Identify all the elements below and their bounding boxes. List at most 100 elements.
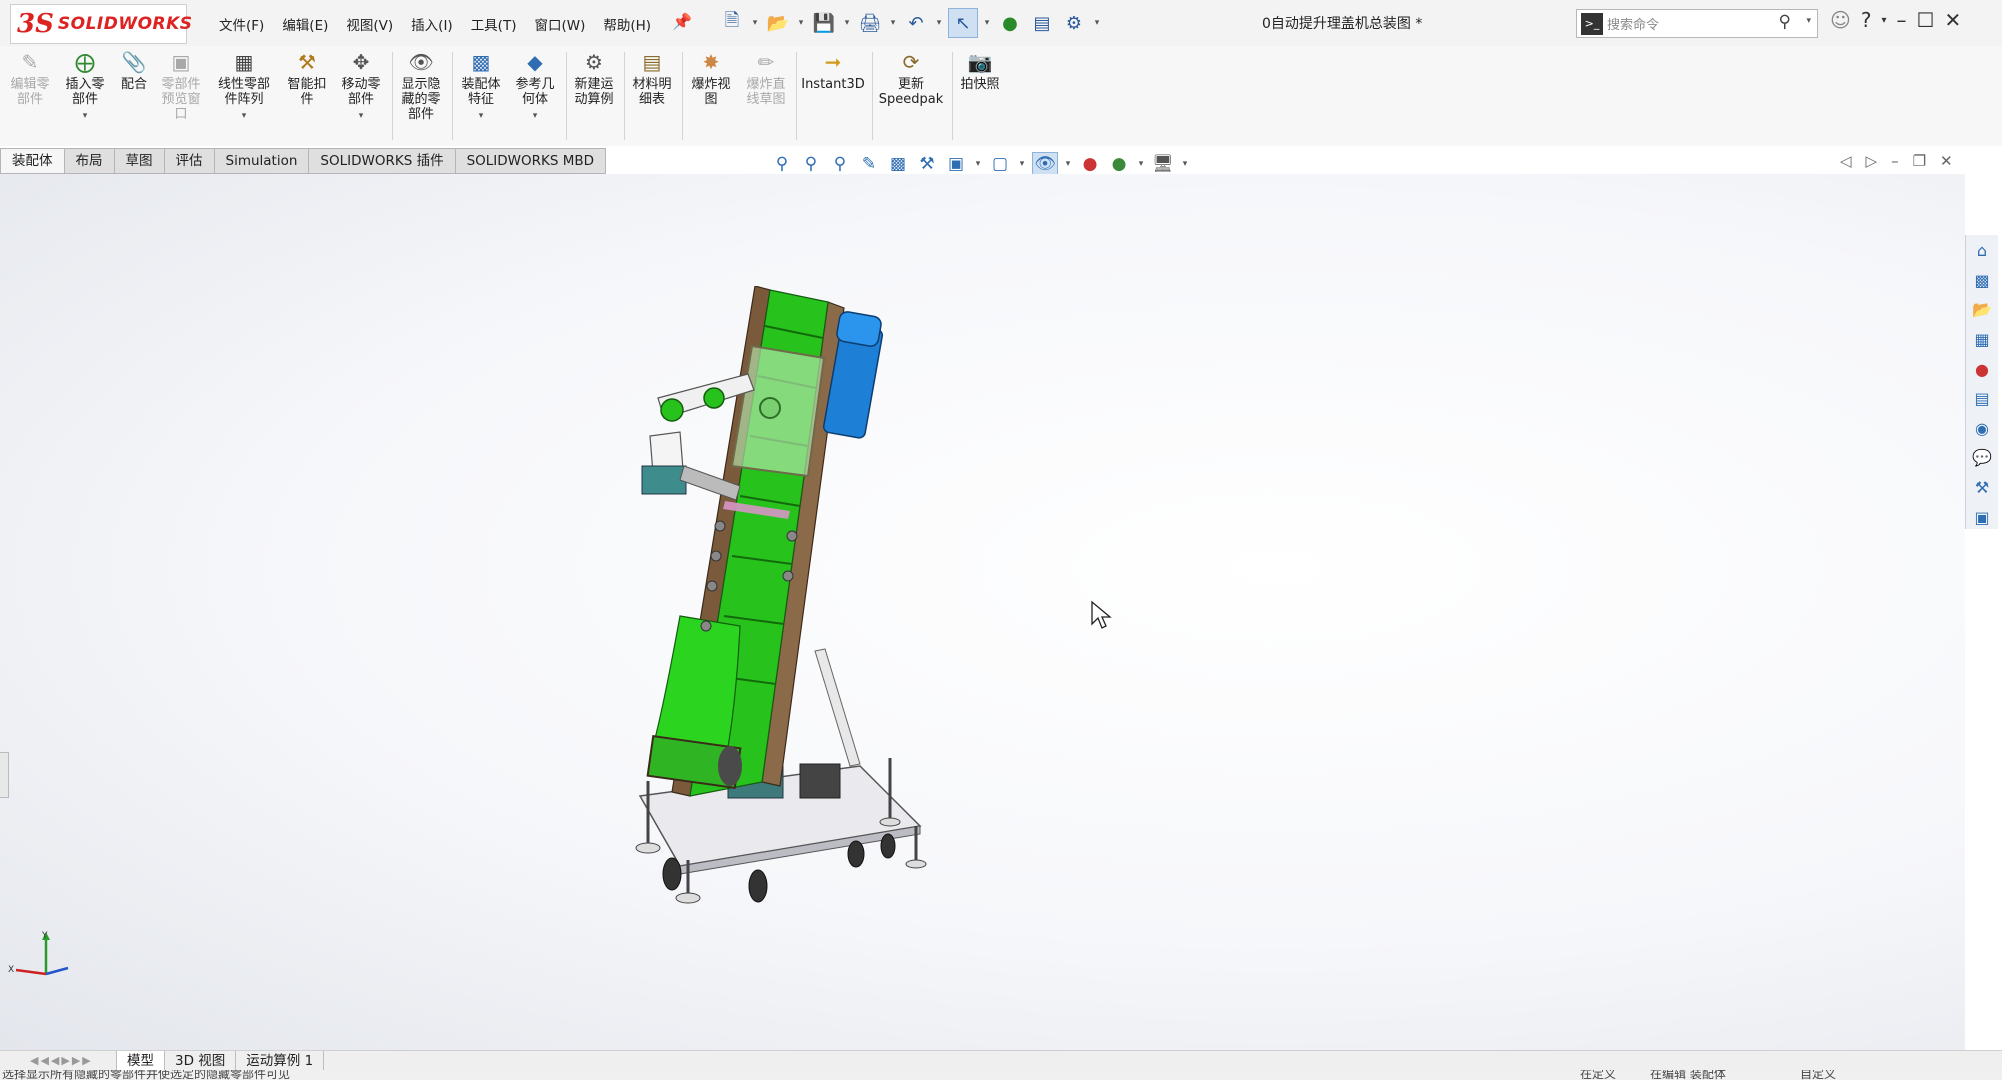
mate-button[interactable]: 📎 配合 (114, 50, 154, 93)
view-monitor-icon[interactable]: 🖥 (1151, 153, 1175, 175)
menu-help[interactable]: 帮助(H) (594, 12, 660, 36)
menu-file[interactable]: 文件(F) (210, 12, 273, 36)
linear-component-pattern-button[interactable]: ▦ 线性零部 件阵列 ▾ (212, 50, 276, 124)
feature-tree-flyout-handle[interactable] (0, 752, 9, 798)
select-dropdown-icon[interactable]: ▾ (982, 18, 992, 28)
status-units[interactable]: 自定义 (1800, 1070, 1836, 1080)
help-dropdown-icon[interactable]: ▾ (1881, 15, 1886, 26)
assembly-features-dropdown-icon[interactable]: ▾ (479, 109, 484, 124)
toolbox-icon[interactable]: ⚒ (1970, 476, 1994, 500)
tab-assembly[interactable]: 装配体 (0, 148, 65, 174)
smart-fasteners-button[interactable]: ⚒ 智能扣件 (282, 50, 332, 108)
tab-solidworks-addins[interactable]: SOLIDWORKS 插件 (309, 148, 456, 174)
explode-line-sketch-button[interactable]: ✏ 爆炸直 线草图 (740, 50, 792, 108)
edit-component-button[interactable]: ✎ 编辑零 部件 (8, 50, 52, 108)
viewport-restore-icon[interactable]: ❐ (1913, 152, 1926, 170)
help-icon[interactable]: ? (1861, 8, 1872, 32)
menu-view[interactable]: 视图(V) (337, 12, 402, 36)
menu-edit[interactable]: 编辑(E) (273, 12, 337, 36)
insert-component-dropdown-icon[interactable]: ▾ (83, 109, 88, 124)
move-component-dropdown-icon[interactable]: ▾ (359, 109, 364, 124)
view-orientation-icon[interactable]: ▣ (944, 153, 968, 175)
tab-scroll-arrows-icon[interactable]: ◀◀◀▶▶▶ (30, 1054, 93, 1067)
tab-motion-study-1[interactable]: 运动算例 1 (236, 1051, 325, 1071)
print-icon[interactable]: 🖨 (856, 9, 884, 37)
close-icon[interactable]: ✕ (1944, 8, 1961, 32)
show-hidden-components-button[interactable]: 👁 显示隐 藏的零 部件 (396, 50, 446, 123)
update-speedpak-button[interactable]: ⟳ 更新 Speedpak (874, 50, 948, 108)
pane-left-icon[interactable]: ◁ (1840, 152, 1852, 170)
view-orientation-dropdown-icon[interactable]: ▾ (973, 159, 983, 169)
new-dropdown-icon[interactable]: ▾ (750, 18, 760, 28)
solidworks-forum-icon[interactable]: ◉ (1970, 417, 1994, 441)
maximize-icon[interactable]: ☐ (1917, 8, 1935, 32)
tab-solidworks-mbd[interactable]: SOLIDWORKS MBD (455, 148, 607, 174)
select-pointer-icon[interactable]: ↖ (948, 8, 978, 38)
rebuild-traffic-light-icon[interactable]: ● (996, 9, 1024, 37)
view-palette-icon[interactable]: ▦ (1970, 328, 1994, 352)
graphics-area[interactable]: Y X (0, 174, 1965, 1050)
component-preview-window-button[interactable]: ▣ 零部件 预览窗口 (156, 50, 206, 123)
take-snapshot-button[interactable]: 📷 拍快照 (954, 50, 1006, 93)
bill-of-materials-button[interactable]: ▤ 材料明 细表 (626, 50, 678, 108)
solidworks-logo[interactable]: 3S SOLIDWORKS (10, 4, 192, 44)
menu-insert[interactable]: 插入(I) (402, 12, 462, 36)
search-commands-field[interactable]: >_ 搜索命令 ⚲ ▾ (1576, 9, 1818, 38)
user-account-icon[interactable]: ☺ (1830, 8, 1851, 32)
linear-pattern-dropdown-icon[interactable]: ▾ (242, 109, 247, 124)
minimize-icon[interactable]: – (1897, 8, 1907, 32)
custom-properties-icon[interactable]: ▤ (1970, 387, 1994, 411)
save-dropdown-icon[interactable]: ▾ (842, 18, 852, 28)
instant3d-button[interactable]: ➞ Instant3D (798, 50, 868, 93)
reference-geometry-button[interactable]: ◆ 参考几 何体 ▾ (510, 50, 560, 124)
section-view-icon[interactable]: ✎ (857, 153, 881, 175)
tab-simulation[interactable]: Simulation (214, 148, 310, 174)
file-explorer-icon[interactable]: 📂 (1970, 298, 1994, 322)
tab-model[interactable]: 模型 (116, 1051, 165, 1071)
design-library-icon[interactable]: ▩ (1970, 269, 1994, 293)
apply-scene-icon[interactable]: ● (1107, 153, 1131, 175)
pdm-icon[interactable]: ▣ (1970, 505, 1994, 529)
hide-show-items-icon[interactable]: 👁 (1032, 152, 1058, 176)
undo-icon[interactable]: ↶ (902, 9, 930, 37)
viewport-minimize-icon[interactable]: – (1891, 152, 1899, 170)
save-icon[interactable]: 💾 (810, 9, 838, 37)
exploded-view-button[interactable]: ✸ 爆炸视图 (686, 50, 736, 108)
open-folder-icon[interactable]: 📂 (764, 9, 792, 37)
assembly-features-button[interactable]: ▩ 装配体 特征 ▾ (456, 50, 506, 124)
pin-menu-icon[interactable]: 📌 (672, 12, 692, 31)
tab-layout[interactable]: 布局 (64, 148, 115, 174)
undo-dropdown-icon[interactable]: ▾ (934, 18, 944, 28)
apply-scene-dropdown-icon[interactable]: ▾ (1136, 159, 1146, 169)
previous-view-icon[interactable]: ⚲ (828, 153, 852, 175)
view-settings-icon[interactable]: ⚒ (915, 153, 939, 175)
search-dropdown-icon[interactable]: ▾ (1806, 16, 1811, 26)
options-dropdown-icon[interactable]: ▾ (1092, 18, 1102, 28)
display-style-dropdown-icon[interactable]: ▾ (1017, 159, 1027, 169)
view-monitor-dropdown-icon[interactable]: ▾ (1180, 159, 1190, 169)
viewport-close-icon[interactable]: ✕ (1940, 152, 1953, 170)
pane-right-icon[interactable]: ▷ (1866, 152, 1878, 170)
appearances-scenes-icon[interactable]: ● (1970, 357, 1994, 381)
search-icon[interactable]: ⚲ (1779, 12, 1791, 32)
new-document-icon[interactable]: 🗎 (718, 9, 746, 37)
reference-geometry-dropdown-icon[interactable]: ▾ (533, 109, 538, 124)
solidworks-resources-home-icon[interactable]: ⌂ (1970, 239, 1994, 263)
edit-appearance-icon[interactable]: ● (1078, 153, 1102, 175)
menu-window[interactable]: 窗口(W) (525, 12, 594, 36)
tab-sketch[interactable]: 草图 (114, 148, 165, 174)
conveyor-lifter-assembly-model[interactable] (620, 286, 980, 906)
move-component-button[interactable]: ✥ 移动零 部件 ▾ (336, 50, 386, 124)
hide-show-dropdown-icon[interactable]: ▾ (1063, 159, 1073, 169)
insert-component-button[interactable]: ⨁ 插入零 部件 ▾ (62, 50, 108, 124)
community-chat-icon[interactable]: 💬 (1970, 446, 1994, 470)
print-dropdown-icon[interactable]: ▾ (888, 18, 898, 28)
zoom-to-fit-icon[interactable]: ⚲ (770, 153, 794, 175)
file-properties-icon[interactable]: ▤ (1028, 9, 1056, 37)
display-style-cube-icon[interactable]: ▢ (988, 153, 1012, 175)
zoom-to-area-icon[interactable]: ⚲ (799, 153, 823, 175)
options-gear-icon[interactable]: ⚙ (1060, 9, 1088, 37)
new-motion-study-button[interactable]: ⚙ 新建运 动算例 (568, 50, 620, 108)
tab-evaluate[interactable]: 评估 (164, 148, 215, 174)
tab-3d-views[interactable]: 3D 视图 (165, 1051, 237, 1071)
